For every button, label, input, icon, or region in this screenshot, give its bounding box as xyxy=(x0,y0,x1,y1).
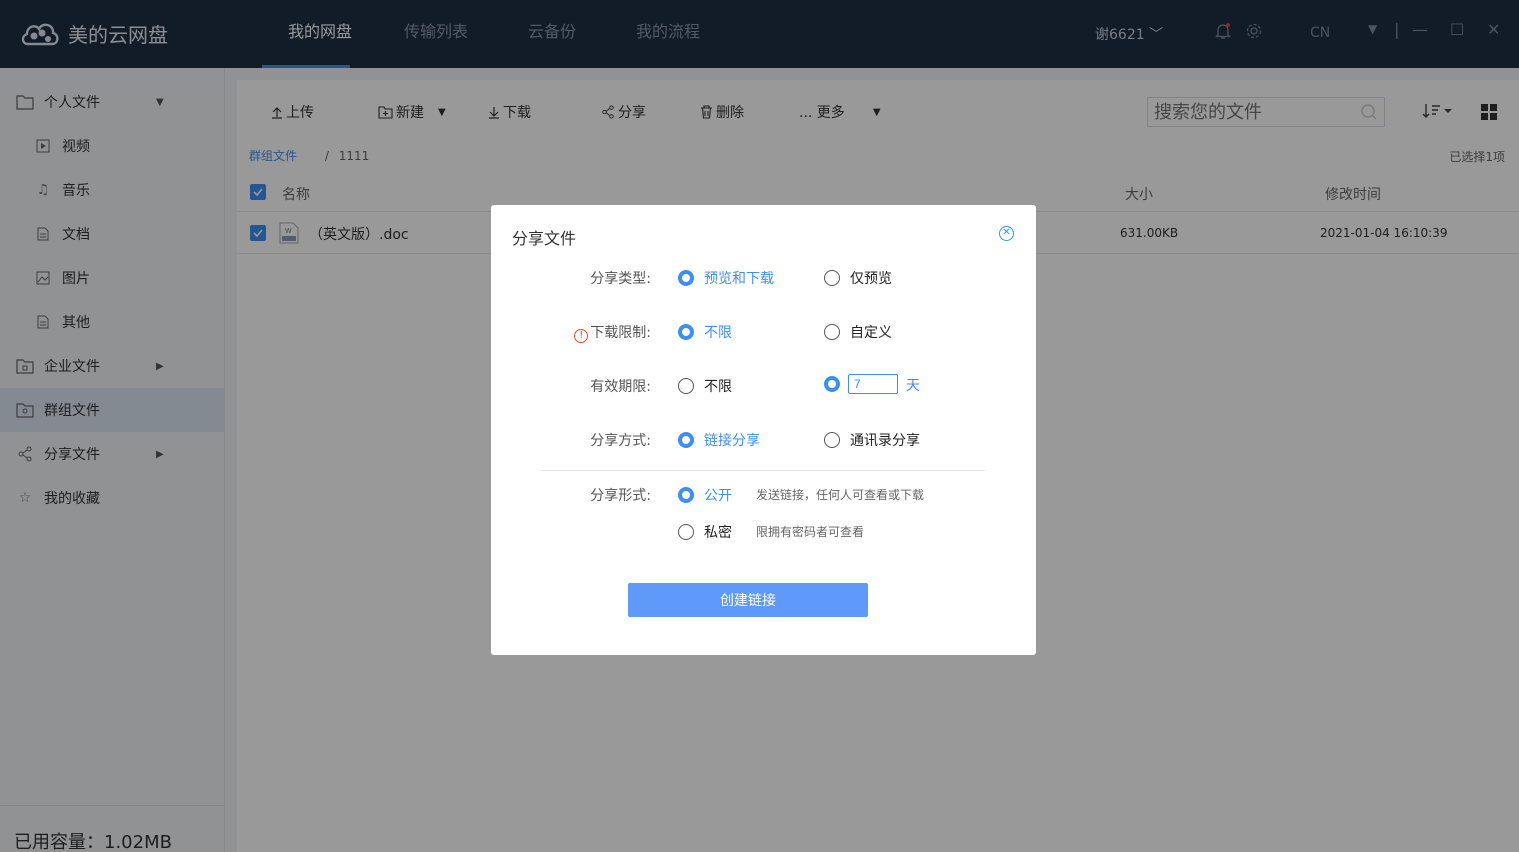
share-form-label: 分享形式: xyxy=(590,488,651,504)
validity-days-input[interactable] xyxy=(848,374,898,394)
radio-dot xyxy=(678,270,694,286)
radio-dot xyxy=(824,432,840,448)
radio-private[interactable]: 私密 xyxy=(678,522,732,542)
radio-contacts-share[interactable]: 通讯录分享 xyxy=(824,430,920,450)
share-method-label: 分享方式: xyxy=(590,433,651,449)
dialog-divider xyxy=(541,470,985,471)
radio-download-custom[interactable]: 自定义 xyxy=(824,322,892,342)
radio-download-unlimited[interactable]: 不限 xyxy=(678,322,732,342)
public-hint: 发送链接，任何人可查看或下载 xyxy=(756,488,925,502)
radio-preview-download[interactable]: 预览和下载 xyxy=(678,268,774,288)
radio-preview-only[interactable]: 仅预览 xyxy=(824,268,892,288)
dialog-close-icon[interactable]: ✕ xyxy=(999,226,1014,241)
warning-icon: ! xyxy=(574,329,589,343)
share-type-label: 分享类型: xyxy=(590,271,651,287)
radio-dot xyxy=(824,324,840,340)
validity-days-unit: 天 xyxy=(906,378,920,394)
radio-public[interactable]: 公开 xyxy=(678,485,732,505)
radio-dot xyxy=(824,270,840,286)
radio-dot xyxy=(678,378,694,394)
create-link-button[interactable]: 创建链接 xyxy=(628,583,868,617)
private-hint: 限拥有密码者可查看 xyxy=(756,525,865,539)
radio-dot xyxy=(824,376,840,392)
radio-dot xyxy=(678,487,694,503)
radio-link-share[interactable]: 链接分享 xyxy=(678,430,760,450)
radio-validity-custom[interactable] xyxy=(824,376,850,392)
radio-dot xyxy=(678,524,694,540)
validity-label: 有效期限: xyxy=(590,379,651,395)
download-limit-label: ! 下载限制: xyxy=(491,322,651,343)
radio-dot xyxy=(678,432,694,448)
dialog-title: 分享文件 xyxy=(512,229,577,248)
radio-validity-unlimited[interactable]: 不限 xyxy=(678,376,732,396)
radio-dot xyxy=(678,324,694,340)
share-dialog: 分享文件 ✕ 分享类型: 预览和下载 仅预览 ! 下载限制: 不限 自定义 有效期… xyxy=(491,205,1036,655)
